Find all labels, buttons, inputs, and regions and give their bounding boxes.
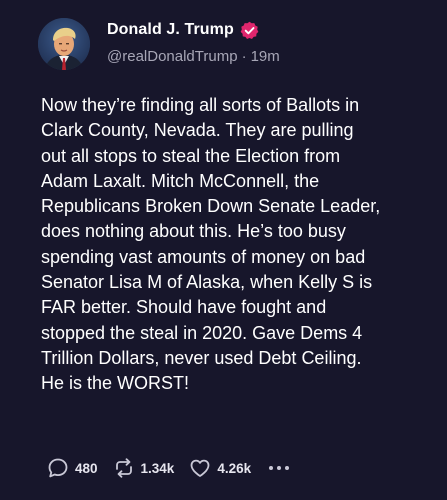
retruth-button[interactable]: 1.34k — [112, 456, 175, 480]
avatar[interactable] — [38, 18, 90, 70]
like-button[interactable]: 4.26k — [188, 456, 251, 480]
post-age[interactable]: 19m — [251, 48, 280, 65]
verified-badge-icon — [240, 21, 259, 40]
heart-icon — [190, 459, 210, 477]
handle-row: @realDonaldTrump · 19m — [107, 48, 280, 65]
post-line: Senator Lisa M of Alaska, when Kelly S i… — [41, 272, 373, 293]
reply-count: 480 — [75, 460, 98, 476]
author-row: Donald J. Trump — [107, 19, 259, 41]
ellipsis-icon[interactable] — [269, 466, 290, 470]
reply-button[interactable]: 480 — [46, 456, 98, 480]
post-line: FAR better. Should have fought and — [41, 297, 327, 318]
post-line: stopped the steal in 2020. Gave Dems 4 — [41, 322, 363, 343]
speech-bubble-icon — [48, 458, 68, 478]
post-line: He is the WORST! — [41, 373, 190, 394]
retruth-arrows-icon — [115, 458, 132, 478]
like-count: 4.26k — [217, 460, 252, 476]
post-body: Now they’re finding all sorts of Ballots… — [41, 93, 436, 397]
action-bar: 480 1.34k 4.26k — [46, 455, 290, 481]
post-line: does nothing about this. He’s too busy — [41, 221, 346, 242]
post-line: Clark County, Nevada. They are pulling — [41, 120, 354, 141]
post-line: spending vast amounts of money on bad — [41, 246, 366, 267]
dot — [285, 466, 290, 470]
author-name[interactable]: Donald J. Trump — [107, 21, 234, 39]
separator: · — [241, 48, 247, 65]
retruth-count: 1.34k — [140, 460, 175, 476]
author-handle[interactable]: @realDonaldTrump — [107, 48, 238, 65]
post-line: Trillion Dollars, never used Debt Ceilin… — [41, 347, 362, 368]
dot — [277, 466, 282, 470]
post-card: Donald J. Trump @realDonaldTrump · 19m Now… — [0, 0, 447, 500]
post-line: Adam Laxalt. Mitch McConnell, the — [41, 170, 320, 191]
post-line: Republicans Broken Down Senate Leader, — [41, 196, 381, 217]
dot — [269, 466, 274, 470]
post-line: out all stops to steal the Election from — [41, 145, 341, 166]
post-line: Now they’re finding all sorts of Ballots… — [41, 95, 360, 115]
avatar-image — [38, 18, 90, 70]
